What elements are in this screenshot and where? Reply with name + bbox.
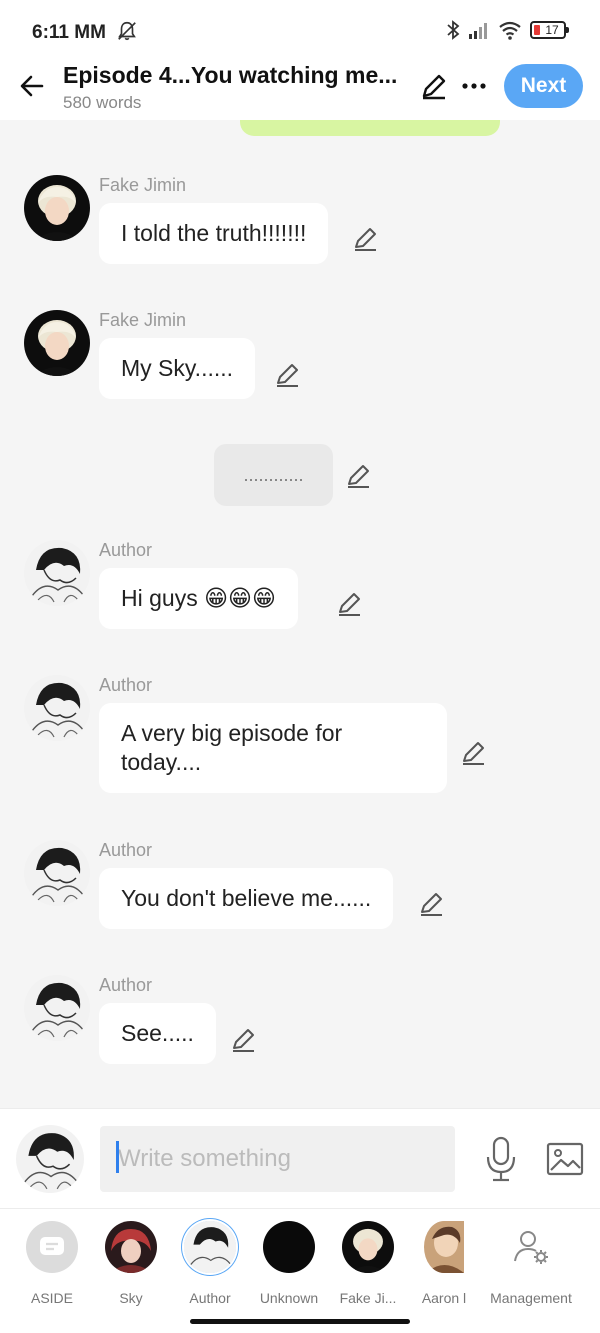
character-name: Sky	[119, 1290, 143, 1306]
fake-jimin-avatar[interactable]	[24, 175, 90, 241]
back-button[interactable]	[14, 68, 50, 104]
next-button[interactable]: Next	[504, 64, 583, 108]
battery-level: 17	[545, 23, 559, 37]
author-avatar	[184, 1221, 236, 1273]
chat-area[interactable]: Fake Jimin I told the truth!!!!!!! Fake …	[0, 120, 600, 1108]
character-aside[interactable]: ASIDE	[12, 1221, 92, 1306]
character-author[interactable]: Author	[170, 1221, 250, 1306]
message-bubble[interactable]: A very big episode for today....	[99, 703, 447, 793]
fake-jimin-avatar[interactable]	[24, 310, 90, 376]
character-name: Author	[189, 1290, 231, 1306]
microphone-icon[interactable]	[484, 1135, 518, 1183]
sender-name: Author	[99, 675, 153, 695]
author-avatar[interactable]	[24, 540, 90, 606]
edit-message-icon[interactable]	[352, 225, 380, 253]
status-bar: 6:11 MM 17	[0, 0, 600, 62]
image-icon[interactable]	[546, 1140, 584, 1178]
signal-icon	[469, 23, 487, 39]
character-management[interactable]: Management	[488, 1221, 574, 1306]
sender-name: Author	[99, 840, 153, 860]
management-icon	[505, 1221, 557, 1273]
wifi-icon	[499, 21, 521, 40]
status-time: 6:11 MM	[32, 22, 106, 43]
edit-message-icon[interactable]	[345, 462, 373, 490]
character-name: ASIDE	[30, 1290, 73, 1306]
character-bar: ASIDE Sky Author Unknown Fake Ji... Aaro…	[0, 1208, 600, 1333]
character-name: Aaron l	[421, 1290, 467, 1306]
edit-message-icon[interactable]	[230, 1026, 258, 1054]
author-avatar[interactable]	[24, 975, 90, 1041]
character-unknown[interactable]: Unknown	[249, 1221, 329, 1306]
message-bubble[interactable]: My Sky......	[99, 338, 256, 399]
compose-bar	[0, 1108, 600, 1208]
author-avatar[interactable]	[24, 840, 90, 906]
message-bubble[interactable]: Hi guys 😁😁😁	[99, 568, 299, 629]
aaron-avatar	[424, 1221, 464, 1273]
bluetooth-icon	[447, 20, 460, 40]
edit-message-icon[interactable]	[460, 739, 488, 767]
edit-message-icon[interactable]	[418, 890, 446, 918]
more-dots-icon	[462, 83, 486, 89]
battery-icon: 17	[530, 21, 569, 39]
character-aaron[interactable]: Aaron l	[404, 1221, 484, 1306]
editor-header: Episode 4...You watching me... 580 words…	[0, 62, 600, 120]
current-character-avatar[interactable]	[16, 1125, 84, 1193]
message-input[interactable]	[100, 1126, 455, 1192]
word-count: 580 words	[63, 93, 142, 112]
arrow-left-icon	[20, 75, 44, 97]
edit-message-icon[interactable]	[274, 361, 302, 389]
sender-name: Author	[99, 540, 153, 560]
edit-message-icon[interactable]	[336, 590, 364, 618]
aside-icon	[26, 1221, 78, 1273]
character-fake-jimin[interactable]: Fake Ji...	[328, 1221, 408, 1306]
sender-name: Fake Jimin	[99, 310, 187, 330]
episode-title[interactable]: Episode 4...You watching me...	[63, 62, 397, 89]
character-name: Fake Ji...	[339, 1290, 397, 1306]
fake-jimin-avatar	[342, 1221, 394, 1273]
message-bubble[interactable]: I told the truth!!!!!!!	[99, 203, 329, 264]
home-indicator	[190, 1319, 410, 1324]
message-bubble[interactable]: See.....	[99, 1003, 216, 1064]
message-bubble[interactable]: You don't believe me......	[99, 868, 394, 929]
sky-avatar	[105, 1221, 157, 1273]
more-options-button[interactable]	[458, 70, 490, 102]
status-icons: 17	[446, 20, 569, 40]
unknown-avatar	[263, 1221, 315, 1273]
text-caret	[116, 1141, 119, 1173]
character-sky[interactable]: Sky	[91, 1221, 171, 1306]
previous-bubble	[240, 120, 500, 136]
character-name: Management	[490, 1290, 572, 1306]
sender-name: Author	[99, 975, 153, 995]
edit-title-icon[interactable]	[418, 70, 450, 102]
mute-bell-icon	[118, 21, 136, 41]
character-name: Unknown	[259, 1290, 319, 1306]
sender-name: Fake Jimin	[99, 175, 187, 195]
author-avatar[interactable]	[24, 675, 90, 741]
aside-bubble[interactable]: ............	[214, 444, 333, 506]
